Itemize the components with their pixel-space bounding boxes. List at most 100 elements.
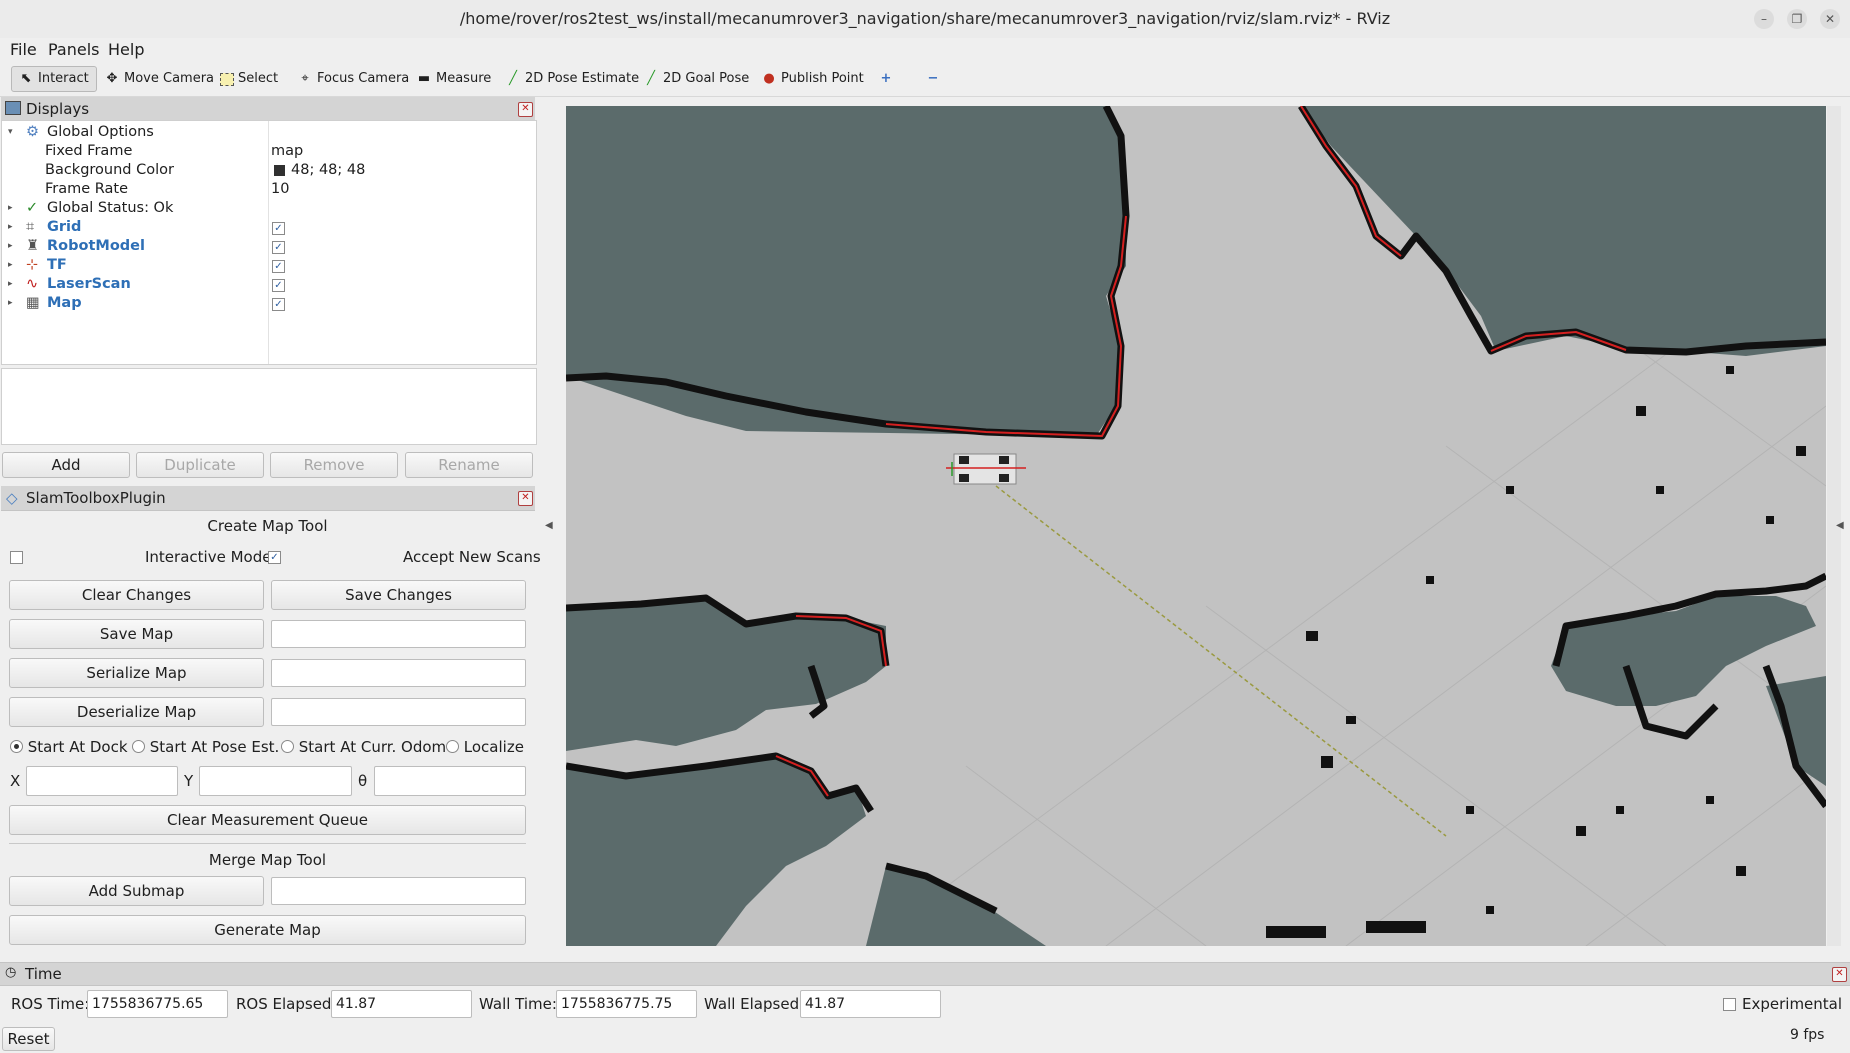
- enable-checkbox[interactable]: ✓: [272, 279, 285, 292]
- add-submap-button[interactable]: Add Submap: [9, 876, 264, 906]
- menu-panels[interactable]: Panels: [48, 38, 100, 62]
- close-icon[interactable]: ✕: [518, 102, 533, 117]
- reset-button[interactable]: Reset: [2, 1027, 55, 1051]
- generate-map-button[interactable]: Generate Map: [9, 915, 526, 945]
- ros-elapsed-field[interactable]: 41.87: [331, 990, 472, 1018]
- tree-row-frame-rate[interactable]: Frame Rate 10: [2, 180, 536, 199]
- expand-arrow-icon[interactable]: ▸: [8, 218, 18, 237]
- tool-publish-point[interactable]: ● Publish Point: [755, 66, 870, 92]
- y-input[interactable]: [199, 766, 352, 796]
- wall-elapsed-field[interactable]: 41.87: [800, 990, 941, 1018]
- collapse-arrow-icon[interactable]: ◀: [545, 520, 553, 531]
- interactive-mode-checkbox[interactable]: ✓: [268, 551, 281, 564]
- serialize-map-name-input[interactable]: [271, 659, 526, 687]
- serialize-map-button[interactable]: Serialize Map: [9, 658, 264, 688]
- map-render: [566, 106, 1826, 946]
- radio-label: Start At Dock: [27, 738, 128, 756]
- expand-arrow-icon[interactable]: ▸: [8, 256, 18, 275]
- tree-row-grid[interactable]: ▸ ⌗ Grid ✓: [2, 218, 536, 237]
- add-display-button[interactable]: Add: [2, 452, 130, 478]
- tool-interact[interactable]: ⬉ Interact: [11, 66, 97, 92]
- tool-measure[interactable]: ▬ Measure: [410, 66, 497, 92]
- radio-start-at-curr-odom[interactable]: Start At Curr. Odom: [281, 737, 446, 757]
- status-bar: [0, 1026, 1850, 1053]
- tool-move-camera[interactable]: ✥ Move Camera: [98, 66, 220, 92]
- save-changes-button[interactable]: Save Changes: [271, 580, 526, 610]
- close-icon[interactable]: ✕: [518, 491, 533, 506]
- menu-help[interactable]: Help: [108, 38, 144, 62]
- grid-icon: ⌗: [26, 219, 35, 235]
- tree-row-fixed-frame[interactable]: Fixed Frame map: [2, 142, 536, 161]
- tool-label: 2D Pose Estimate: [525, 71, 640, 86]
- tool-label: Move Camera: [124, 71, 215, 86]
- tool-2d-goal-pose[interactable]: ╱ 2D Goal Pose: [637, 66, 755, 92]
- expand-arrow-icon[interactable]: ▸: [8, 294, 18, 313]
- submap-name-input[interactable]: [271, 877, 526, 905]
- collapse-arrow-icon[interactable]: ◀: [1836, 520, 1844, 531]
- restore-icon[interactable]: ❐: [1787, 9, 1807, 29]
- color-swatch[interactable]: [274, 165, 285, 176]
- radio-localize[interactable]: Localize: [446, 737, 524, 757]
- tool-select[interactable]: Select: [214, 66, 284, 92]
- close-icon[interactable]: ✕: [1832, 967, 1847, 982]
- property-value[interactable]: 48; 48; 48: [291, 161, 365, 180]
- radio-label: Start At Curr. Odom: [298, 738, 447, 756]
- tool-focus-camera[interactable]: ⌖ Focus Camera: [291, 66, 415, 92]
- tree-row-laserscan[interactable]: ▸ ∿ LaserScan ✓: [2, 275, 536, 294]
- x-input[interactable]: [26, 766, 178, 796]
- tool-2d-pose-estimate[interactable]: ╱ 2D Pose Estimate: [499, 66, 645, 92]
- accept-new-scans-checkbox[interactable]: [10, 551, 23, 564]
- plus-icon: +: [880, 71, 892, 86]
- enable-checkbox[interactable]: ✓: [272, 222, 285, 235]
- x-label: X: [10, 772, 21, 790]
- select-icon: [220, 72, 234, 86]
- experimental-checkbox[interactable]: [1723, 998, 1736, 1011]
- enable-checkbox[interactable]: ✓: [272, 260, 285, 273]
- panel-title: Time: [25, 965, 62, 983]
- theta-input[interactable]: [374, 766, 526, 796]
- tree-row-robotmodel[interactable]: ▸ ♜ RobotModel ✓: [2, 237, 536, 256]
- clear-measurement-queue-button[interactable]: Clear Measurement Queue: [9, 805, 526, 835]
- property-value[interactable]: 10: [271, 180, 289, 199]
- expand-arrow-icon[interactable]: ▸: [8, 275, 18, 294]
- deserialize-map-button[interactable]: Deserialize Map: [9, 697, 264, 727]
- radio-start-at-pose-est[interactable]: Start At Pose Est.: [132, 737, 279, 757]
- tree-row-background-color[interactable]: Background Color 48; 48; 48: [2, 161, 536, 180]
- wall-time-field[interactable]: 1755836775.75: [556, 990, 697, 1018]
- deserialize-map-name-input[interactable]: [271, 698, 526, 726]
- expand-arrow-icon[interactable]: ▸: [8, 237, 18, 256]
- menu-file[interactable]: File: [10, 38, 37, 62]
- save-map-name-input[interactable]: [271, 620, 526, 648]
- tree-row-tf[interactable]: ▸ ⊹ TF ✓: [2, 256, 536, 275]
- tree-label: RobotModel: [47, 238, 145, 254]
- close-icon[interactable]: ✕: [1820, 9, 1840, 29]
- radio-indicator[interactable]: [281, 740, 294, 753]
- ros-time-field[interactable]: 1755836775.65: [87, 990, 228, 1018]
- duplicate-display-button[interactable]: Duplicate: [136, 452, 264, 478]
- render-viewport[interactable]: [566, 106, 1826, 946]
- add-tool-button[interactable]: +: [872, 66, 900, 92]
- expand-arrow-icon[interactable]: ▸: [8, 199, 18, 218]
- radio-indicator[interactable]: [10, 740, 23, 753]
- enable-checkbox[interactable]: ✓: [272, 298, 285, 311]
- panel-title: SlamToolboxPlugin: [26, 489, 166, 507]
- tree-row-map[interactable]: ▸ ▦ Map ✓: [2, 294, 536, 313]
- property-value[interactable]: map: [271, 142, 303, 161]
- remove-display-button[interactable]: Remove: [270, 452, 398, 478]
- enable-checkbox[interactable]: ✓: [272, 241, 285, 254]
- tree-row-global-status[interactable]: ▸ ✓ Global Status: Ok: [2, 199, 536, 218]
- radio-indicator[interactable]: [446, 740, 459, 753]
- clear-changes-button[interactable]: Clear Changes: [9, 580, 264, 610]
- displays-tree[interactable]: ▾ ⚙ Global Options Fixed Frame map Backg…: [1, 120, 537, 365]
- radio-indicator[interactable]: [132, 740, 145, 753]
- rename-display-button[interactable]: Rename: [405, 452, 533, 478]
- tree-label: Map: [47, 295, 82, 311]
- minimize-icon[interactable]: –: [1754, 9, 1774, 29]
- save-map-button[interactable]: Save Map: [9, 619, 264, 649]
- expand-arrow-icon[interactable]: ▾: [8, 123, 18, 142]
- remove-tool-button[interactable]: −: [919, 66, 947, 92]
- tree-row-global-options[interactable]: ▾ ⚙ Global Options: [2, 123, 536, 142]
- panel-title: Displays: [26, 100, 90, 118]
- green-arrow-icon: ╱: [647, 71, 655, 86]
- radio-start-at-dock[interactable]: Start At Dock: [10, 737, 128, 757]
